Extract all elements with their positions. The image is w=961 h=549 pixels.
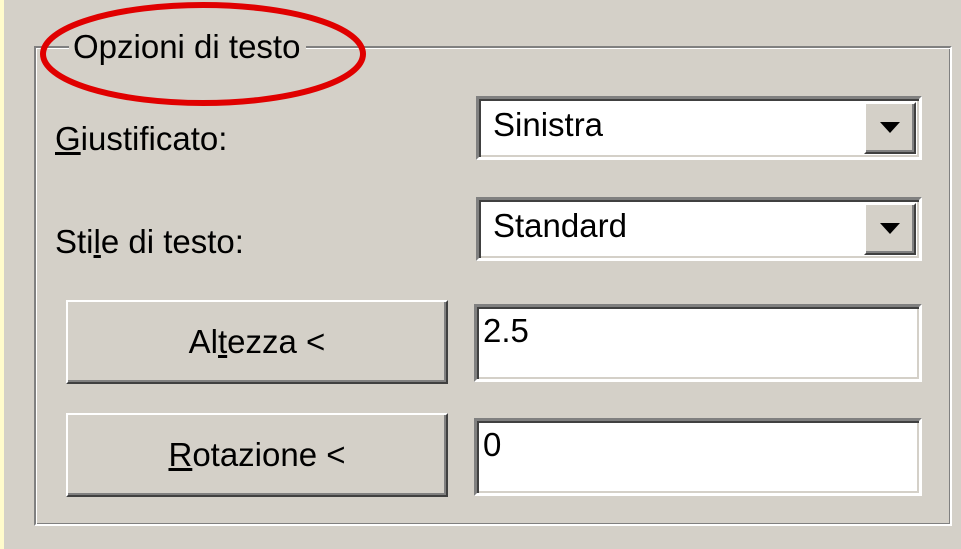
justify-dropdown-button[interactable]	[864, 102, 916, 154]
rotation-input[interactable]: 0	[474, 418, 922, 496]
chevron-down-icon	[880, 122, 900, 133]
justify-label: Giustificato:	[55, 120, 228, 157]
group-title: Opzioni di testo	[69, 22, 307, 72]
justify-select[interactable]: Sinistra	[476, 96, 922, 160]
text-style-label: Stile di testo:	[55, 223, 244, 260]
height-input[interactable]: 2.5	[474, 304, 922, 382]
rotation-pick-button[interactable]: Rotazione <	[66, 413, 448, 497]
height-button-label: Altezza <	[188, 323, 326, 360]
text-style-select[interactable]: Standard	[476, 197, 922, 261]
text-style-select-value: Standard	[493, 207, 627, 244]
dialog-panel: Opzioni di testo Giustificato: Sinistra …	[4, 0, 961, 549]
text-style-dropdown-button[interactable]	[864, 203, 916, 255]
height-input-value: 2.5	[483, 312, 529, 349]
rotation-input-value: 0	[483, 426, 502, 463]
chevron-down-icon	[880, 223, 900, 234]
justify-select-value: Sinistra	[493, 106, 604, 143]
height-pick-button[interactable]: Altezza <	[66, 300, 448, 384]
rotation-button-label: Rotazione <	[168, 436, 346, 473]
